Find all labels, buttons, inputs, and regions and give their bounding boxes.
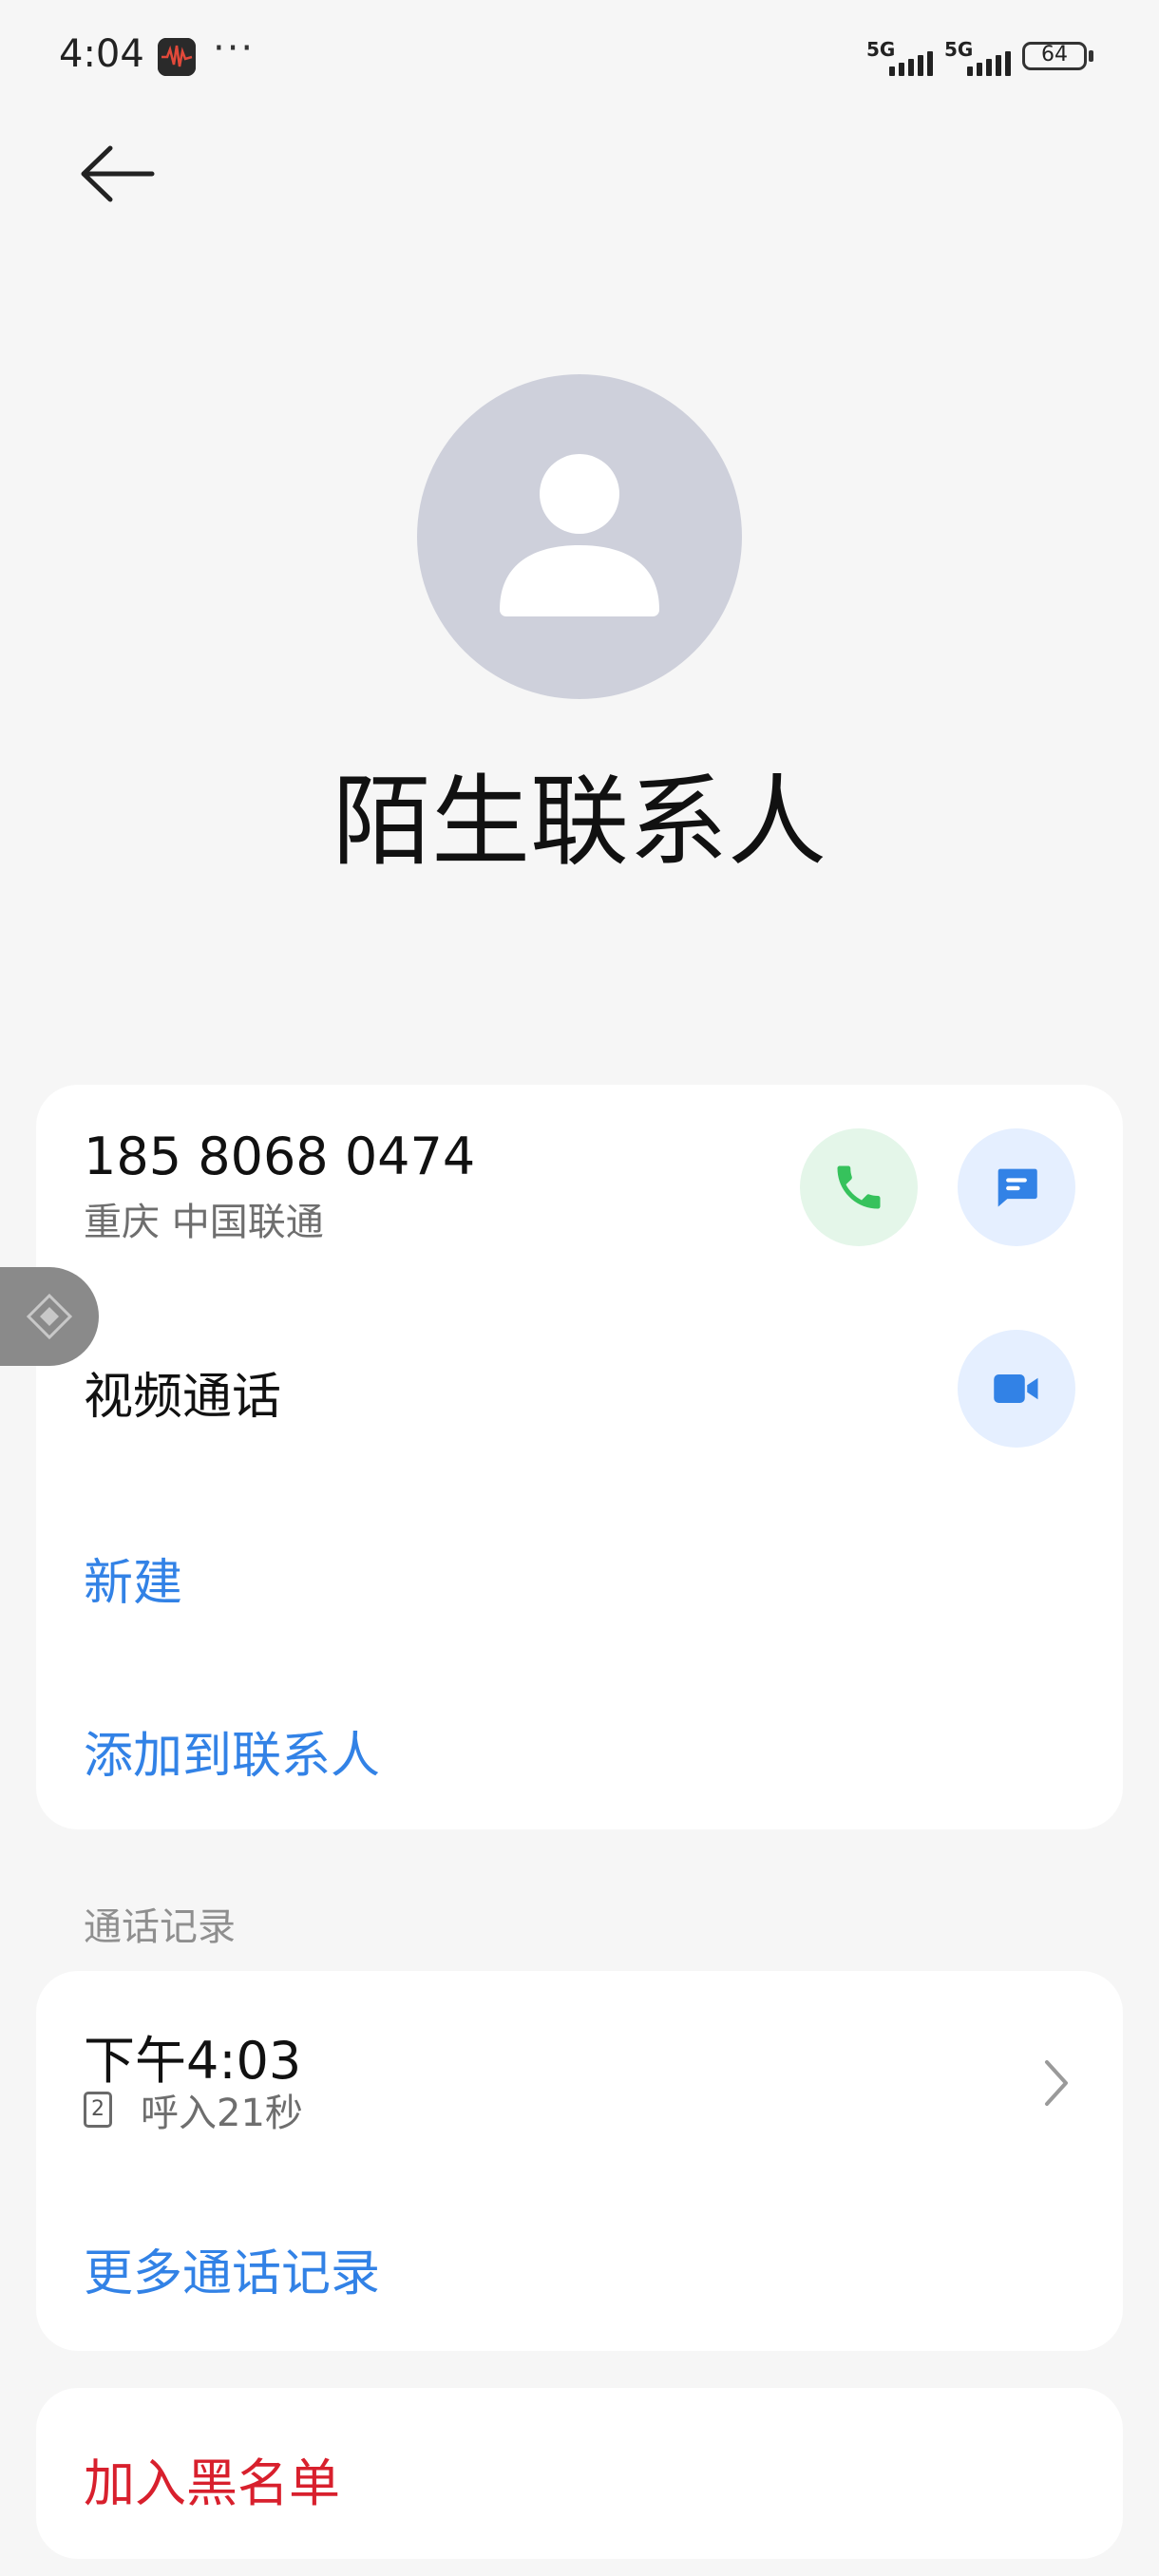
contact-avatar: [417, 374, 742, 699]
video-call-button[interactable]: [958, 1330, 1075, 1448]
signal-label: 5G: [866, 38, 896, 61]
recorder-app-icon: [158, 38, 196, 76]
contact-actions-card: 185 8068 0474 重庆 中国联通 视频通话 新建 添加到联系人: [36, 1085, 1123, 1829]
arrow-left-icon: [81, 145, 155, 202]
signal-5g-icon: 5G: [944, 34, 1018, 76]
call-log-detail-text: 呼入21秒: [141, 2092, 303, 2135]
call-log-entry-chevron[interactable]: [1037, 2055, 1075, 2112]
signal-5g-icon: 5G: [866, 34, 940, 76]
call-log-section-title: 通话记录: [84, 1905, 236, 1949]
sim-2-icon: 2: [84, 2092, 112, 2128]
battery-cap: [1089, 50, 1093, 62]
floating-assist-button[interactable]: [0, 1267, 99, 1366]
more-call-log-button[interactable]: 更多通话记录: [84, 2233, 380, 2304]
message-button[interactable]: [958, 1128, 1075, 1246]
status-time: 4:04: [59, 32, 144, 76]
new-contact-button[interactable]: 新建: [84, 1543, 182, 1614]
call-button[interactable]: [800, 1128, 918, 1246]
add-to-blacklist-button[interactable]: 加入黑名单: [84, 2441, 340, 2516]
call-log-card: 下午4:03 2 呼入21秒 更多通话记录: [36, 1971, 1123, 2351]
add-to-contacts-button[interactable]: 添加到联系人: [84, 1715, 380, 1787]
blacklist-card: 加入黑名单: [36, 2388, 1123, 2559]
battery-level: 64: [1041, 43, 1068, 66]
person-icon: [500, 454, 659, 616]
contact-name: 陌生联系人: [332, 764, 826, 880]
message-icon: [998, 1168, 1037, 1207]
phone-number[interactable]: 185 8068 0474: [84, 1127, 475, 1186]
video-call-label[interactable]: 视频通话: [84, 1356, 281, 1428]
phone-icon: [837, 1165, 881, 1209]
signal-label: 5G: [944, 38, 974, 61]
more-notifications-icon: ···: [213, 27, 256, 70]
floating-assist-icon: [26, 1293, 73, 1340]
back-button[interactable]: [78, 142, 158, 205]
chevron-right-icon: [1045, 2060, 1068, 2106]
call-log-detail: 2 呼入21秒: [84, 2087, 303, 2135]
battery-icon: 64: [1022, 42, 1087, 70]
phone-location: 重庆 中国联通: [84, 1201, 324, 1244]
video-camera-icon: [994, 1374, 1038, 1403]
